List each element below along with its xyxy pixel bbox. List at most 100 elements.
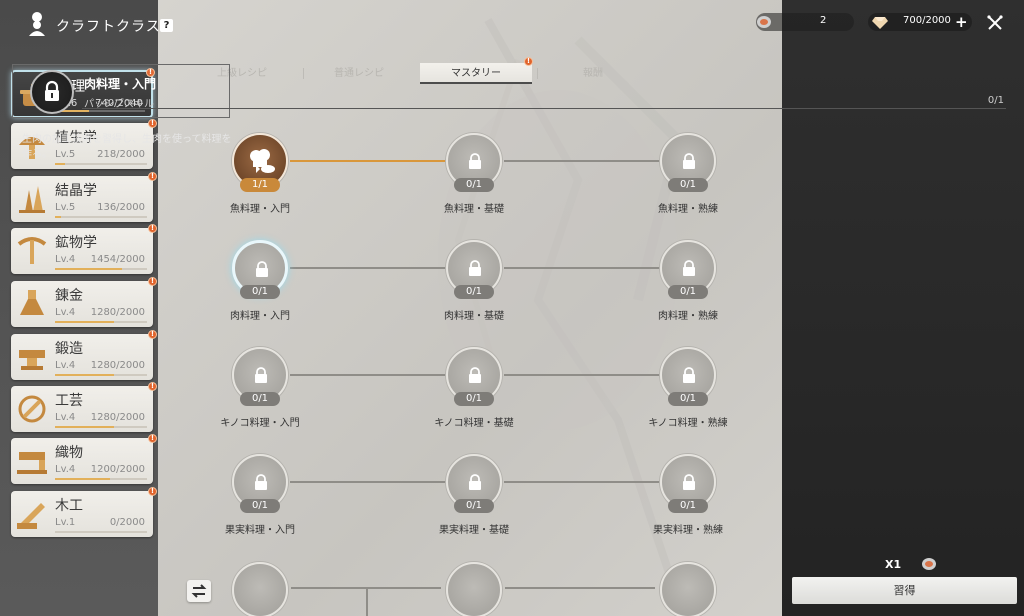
craft-class-screen: クラフトクラス ? 料理Lv.6740/2040!植生学Lv.5218/2000…: [0, 0, 1024, 616]
add-currency-button[interactable]: +: [955, 13, 968, 31]
tab-alert-badge: !: [524, 57, 533, 66]
skill-node-count: 0/1: [668, 499, 708, 513]
skill-node-count: 1/1: [240, 178, 280, 192]
tree-link: [505, 587, 655, 589]
category-level: Lv.4: [55, 464, 76, 475]
flask-icon: [20, 290, 44, 315]
sewing-machine-icon: [17, 452, 47, 474]
category-exp-bar: [55, 216, 147, 218]
category-exp-fill: [55, 268, 123, 270]
skill-node-partial[interactable]: [660, 562, 716, 616]
skill-node-count: 0/1: [454, 499, 494, 513]
lock-icon: [45, 80, 59, 101]
chef-icon: [29, 12, 45, 36]
craft-tools-icon: [18, 395, 46, 423]
category-name: 木工: [55, 498, 83, 514]
category-exp: 1280/2000: [90, 412, 145, 423]
skill-node-label: キノコ料理・熟練: [648, 418, 728, 429]
help-icon[interactable]: ?: [160, 19, 173, 32]
category-item[interactable]: 工芸 Lv.4 1280/2000!: [11, 382, 157, 432]
skill-node-count: 0/1: [454, 178, 494, 192]
skill-node-count: 0/1: [454, 392, 494, 406]
lock-icon: [256, 261, 268, 277]
category-exp-bar: [55, 426, 147, 428]
skill-point-icon: [757, 16, 771, 28]
category-exp: 1280/2000: [90, 360, 145, 371]
skill-point-icon: [922, 558, 936, 570]
category-name: 結晶学: [55, 183, 97, 199]
category-exp: 136/2000: [97, 202, 145, 213]
tab-normal-recipes[interactable]: 普通レシピ: [303, 63, 415, 84]
tab-rewards[interactable]: 報酬: [537, 63, 649, 84]
swap-view-button[interactable]: [187, 580, 211, 602]
tree-link: [290, 267, 446, 269]
swap-icon: [191, 584, 207, 598]
skill-node-partial[interactable]: [446, 562, 502, 616]
category-item[interactable]: 織物 Lv.4 1200/2000!: [11, 434, 157, 484]
skill-node-label: 肉料理・基礎: [444, 311, 504, 322]
category-item[interactable]: 鍛造 Lv.4 1280/2000!: [11, 330, 157, 380]
learn-button[interactable]: 習得: [792, 577, 1017, 604]
lock-icon: [683, 474, 695, 490]
lock-icon: [255, 367, 267, 383]
skill-node-label: キノコ料理・入門: [220, 418, 300, 429]
crystal-icon: [19, 186, 45, 213]
alert-badge: !: [148, 119, 157, 128]
category-name: 織物: [55, 445, 83, 461]
alert-badge: !: [148, 224, 157, 233]
skill-node-label: 肉料理・入門: [230, 311, 290, 322]
skill-node-label: 肉料理・熟練: [658, 311, 718, 322]
category-level: Lv.4: [55, 360, 76, 371]
tab-mastery[interactable]: マスタリー: [420, 63, 532, 84]
skill-node-label: 果実料理・基礎: [439, 525, 509, 536]
category-item[interactable]: 鉱物学 Lv.4 1454/2000!: [11, 224, 157, 274]
category-exp: 0/2000: [109, 517, 145, 528]
chef-hat-fish-icon: [250, 149, 275, 173]
anvil-icon: [19, 350, 45, 370]
category-name: 錬金: [55, 288, 83, 304]
lock-icon: [683, 260, 695, 276]
skill-node-label: 魚料理・基礎: [444, 204, 504, 215]
alert-badge: !: [148, 434, 157, 443]
category-item[interactable]: 結晶学 Lv.5 136/2000!: [11, 172, 157, 222]
lock-icon: [469, 260, 481, 276]
skill-node-count: 0/1: [668, 178, 708, 192]
skill-node-label: 果実料理・入門: [225, 525, 295, 536]
divider: [82, 108, 1006, 109]
category-exp-fill: [55, 216, 62, 218]
category-item[interactable]: 錬金 Lv.4 1280/2000!: [11, 277, 157, 327]
category-exp-fill: [55, 478, 111, 480]
tree-link: [504, 374, 660, 376]
lock-icon: [469, 153, 481, 169]
category-exp: 1200/2000: [90, 464, 145, 475]
category-exp: 1280/2000: [90, 307, 145, 318]
category-exp-bar: [55, 268, 147, 270]
selected-skill-name: 肉料理・入門: [84, 77, 157, 91]
skill-node-label: 果実料理・熟練: [653, 525, 723, 536]
alert-badge: !: [148, 172, 157, 181]
currency-counter-value: 700/2000: [903, 15, 951, 26]
alert-badge: !: [148, 330, 157, 339]
category-name: 鍛造: [55, 341, 83, 357]
lock-icon: [255, 474, 267, 490]
tab-bar: 上級レシピ 普通レシピ マスタリー 報酬: [186, 63, 776, 84]
category-exp: 1454/2000: [90, 254, 145, 265]
close-icon[interactable]: [986, 14, 1004, 32]
skill-node-partial[interactable]: [232, 562, 288, 616]
skill-node-count: 0/1: [240, 499, 280, 513]
selected-skill-icon: [30, 70, 74, 114]
category-exp-bar: [55, 321, 147, 323]
category-exp-bar: [55, 531, 147, 533]
cost-multiplier: X1: [885, 558, 902, 571]
detail-panel: [782, 0, 1024, 616]
tree-link: [504, 267, 660, 269]
skill-node-count: 0/1: [240, 392, 280, 406]
category-exp-bar: [55, 478, 147, 480]
category-level: Lv.4: [55, 412, 76, 423]
category-exp-fill: [55, 426, 114, 428]
category-item[interactable]: 木工 Lv.1 0/2000!: [11, 487, 157, 537]
skill-node-label: 魚料理・入門: [230, 204, 290, 215]
category-exp-bar: [55, 374, 147, 376]
category-exp-bar: [55, 163, 147, 165]
tree-link: [366, 587, 368, 616]
